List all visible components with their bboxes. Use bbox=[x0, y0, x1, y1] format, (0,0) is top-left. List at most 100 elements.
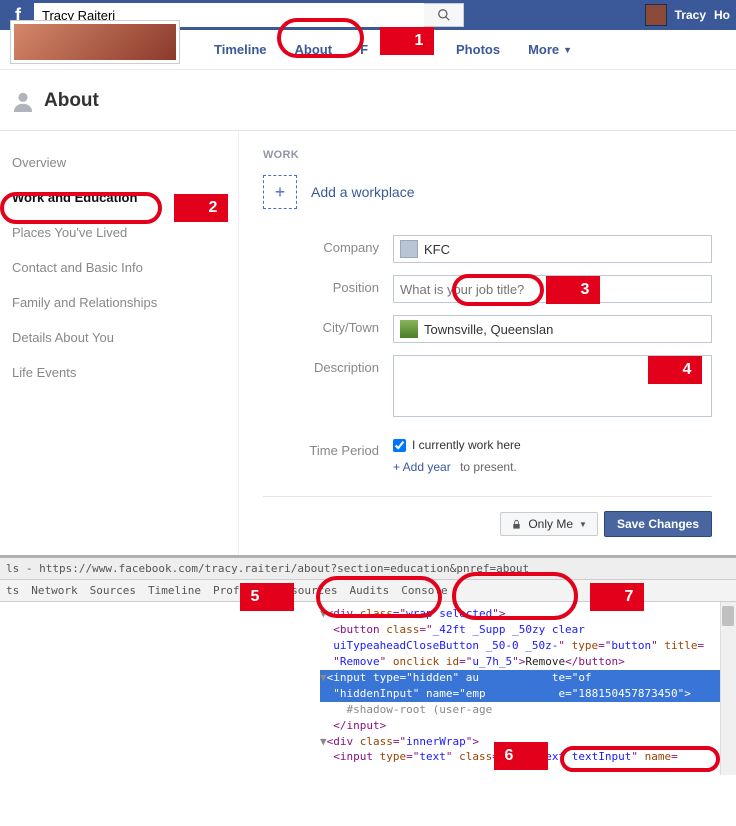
save-changes-button[interactable]: Save Changes bbox=[604, 511, 712, 537]
scrollbar-thumb[interactable] bbox=[722, 606, 734, 626]
dt-text: =" bbox=[492, 750, 505, 763]
lock-icon bbox=[511, 519, 522, 530]
tab-timeline[interactable]: Timeline bbox=[200, 32, 281, 67]
company-value: KFC bbox=[424, 242, 450, 257]
dt-tab[interactable]: Timeline bbox=[148, 584, 201, 597]
tab-friends-cut[interactable]: F bbox=[346, 32, 382, 67]
dt-text: " bbox=[413, 687, 426, 700]
devtools-scrollbar[interactable] bbox=[720, 602, 736, 775]
about-header: About bbox=[0, 70, 736, 131]
row-company: Company KFC bbox=[263, 235, 712, 263]
dt-text: hiddenInput bbox=[340, 687, 413, 700]
dt-text: =" bbox=[452, 687, 465, 700]
topbar-nav-cut[interactable]: Ho bbox=[714, 8, 730, 22]
plus-icon[interactable]: + bbox=[263, 175, 297, 209]
dt-text: hidden bbox=[413, 671, 453, 684]
dt-text: _42ft _Supp _50zy clear bbox=[433, 623, 585, 636]
devtools-elements-panel[interactable]: ▼<div class="wrap selected"> <button cla… bbox=[0, 602, 736, 775]
dt-text: Remove bbox=[340, 655, 380, 668]
currently-work-checkbox[interactable] bbox=[393, 439, 406, 452]
privacy-label: Only Me bbox=[528, 517, 573, 531]
dt-text: " bbox=[320, 687, 340, 700]
dt-tab[interactable]: ts bbox=[6, 584, 19, 597]
content: Overview Work and Education Places You'v… bbox=[0, 131, 736, 555]
dt-text: class bbox=[360, 607, 393, 620]
dt-text: type bbox=[572, 639, 599, 652]
sidebar-item-places[interactable]: Places You've Lived bbox=[0, 215, 238, 250]
profile-picture bbox=[14, 24, 176, 60]
row-position: Position bbox=[263, 275, 712, 303]
dt-text: title bbox=[664, 639, 697, 652]
page-title: About bbox=[44, 90, 99, 112]
add-workplace-link[interactable]: Add a workplace bbox=[311, 184, 415, 200]
sidebar-item-contact[interactable]: Contact and Basic Info bbox=[0, 250, 238, 285]
dt-tab[interactable]: Sources bbox=[90, 584, 136, 597]
tab-photos[interactable]: Photos bbox=[442, 32, 514, 67]
dt-tab[interactable]: Resources bbox=[278, 584, 338, 597]
label-company: Company bbox=[263, 235, 393, 255]
chevron-down-icon: ▼ bbox=[579, 520, 587, 529]
dt-text: "> bbox=[512, 655, 525, 668]
dt-tab[interactable]: Audits bbox=[350, 584, 390, 597]
devtools-url: ls - https://www.facebook.com/tracy.rait… bbox=[0, 558, 736, 580]
sidebar-item-work-education[interactable]: Work and Education bbox=[0, 180, 238, 215]
tab-about[interactable]: About bbox=[281, 32, 347, 67]
dt-text: text bbox=[419, 750, 446, 763]
dt-text: ▼ bbox=[320, 671, 327, 684]
dt-tab[interactable]: Profiles bbox=[213, 584, 266, 597]
dt-text: =" bbox=[406, 750, 419, 763]
company-input[interactable]: KFC bbox=[393, 235, 712, 263]
city-chip-icon bbox=[400, 320, 418, 338]
profile-picture-box[interactable] bbox=[10, 20, 180, 64]
page-container: f Tracy Ho Timeline About F Photos More▼… bbox=[0, 0, 736, 775]
time-period-block: I currently work here bbox=[393, 438, 712, 452]
divider bbox=[263, 496, 712, 497]
actions-row: Only Me ▼ Save Changes bbox=[263, 511, 712, 537]
dt-text: " bbox=[558, 639, 571, 652]
dt-text: class bbox=[386, 623, 419, 636]
dt-text: <input bbox=[320, 750, 380, 763]
city-input[interactable]: Townsville, Queenslan bbox=[393, 315, 712, 343]
avatar[interactable] bbox=[645, 4, 667, 26]
dt-text: inputtext textInput bbox=[505, 750, 631, 763]
add-workplace-row: + Add a workplace bbox=[263, 175, 712, 209]
dt-text: =" bbox=[598, 639, 611, 652]
dt-text: " bbox=[380, 655, 393, 668]
add-year-link[interactable]: + Add year bbox=[393, 460, 451, 474]
devtools-body: ▼<div class="wrap selected"> <button cla… bbox=[0, 602, 736, 775]
sidebar-item-family[interactable]: Family and Relationships bbox=[0, 285, 238, 320]
dt-text: =" bbox=[393, 607, 406, 620]
dt-text: " au te="of bbox=[452, 671, 591, 684]
sidebar-item-life-events[interactable]: Life Events bbox=[0, 355, 238, 390]
devtools-selected-line2[interactable]: "hiddenInput" name="emp e="1881504578734… bbox=[320, 686, 728, 702]
description-input[interactable] bbox=[393, 355, 712, 417]
sidebar-item-details[interactable]: Details About You bbox=[0, 320, 238, 355]
sidebar-item-overview[interactable]: Overview bbox=[0, 145, 238, 180]
dt-text: button bbox=[611, 639, 651, 652]
position-input[interactable] bbox=[393, 275, 712, 303]
dt-text: emp bbox=[466, 687, 486, 700]
tab-more-label: More bbox=[528, 42, 559, 57]
tab-more[interactable]: More▼ bbox=[514, 32, 586, 67]
privacy-selector[interactable]: Only Me ▼ bbox=[500, 512, 598, 536]
dt-text: "> bbox=[678, 687, 691, 700]
work-heading: WORK bbox=[263, 149, 712, 161]
city-value: Townsville, Queenslan bbox=[424, 322, 553, 337]
dt-text: innerWrap bbox=[406, 735, 466, 748]
currently-work-label: I currently work here bbox=[412, 438, 521, 452]
dt-text: uiTypeaheadCloseButton _50-0 _50z- bbox=[320, 639, 558, 652]
dt-tab[interactable]: Network bbox=[31, 584, 77, 597]
dt-text: = bbox=[671, 750, 678, 763]
dt-text: <button bbox=[320, 623, 386, 636]
dt-tab[interactable]: Console bbox=[401, 584, 447, 597]
dt-text: "> bbox=[466, 735, 479, 748]
main-panel: WORK + Add a workplace Company KFC Posit… bbox=[238, 131, 736, 555]
topbar-username[interactable]: Tracy bbox=[675, 8, 706, 22]
dt-text: =" bbox=[459, 655, 472, 668]
devtools-selected-line[interactable]: ▼<input type="hidden" au te="of bbox=[320, 670, 728, 686]
search-button[interactable] bbox=[424, 3, 464, 27]
label-description: Description bbox=[263, 355, 393, 375]
dt-text: onclick id bbox=[393, 655, 459, 668]
dt-text: " bbox=[320, 655, 340, 668]
label-city: City/Town bbox=[263, 315, 393, 335]
